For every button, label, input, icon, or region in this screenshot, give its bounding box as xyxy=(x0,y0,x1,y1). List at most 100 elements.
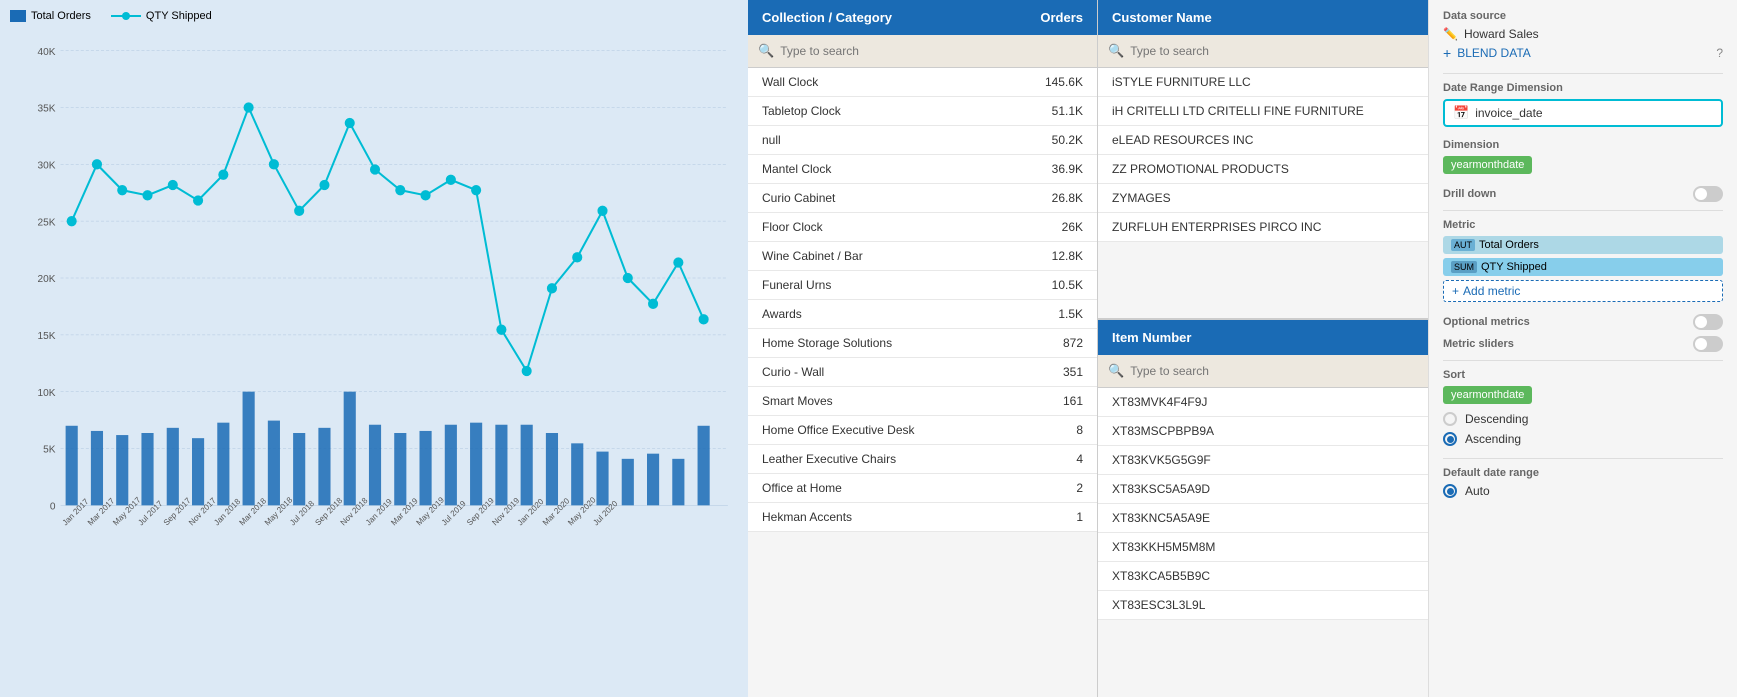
list-item[interactable]: iH CRITELLI LTD CRITELLI FINE FURNITURE xyxy=(1098,97,1428,126)
svg-text:30K: 30K xyxy=(38,160,56,171)
collection-search-input[interactable] xyxy=(780,44,1087,58)
item-filter-title: Item Number xyxy=(1112,330,1191,345)
collection-search-icon: 🔍 xyxy=(758,43,774,59)
item-section: Item Number 🔍 XT83MVK4F4F9J XT83MSCPBPB9… xyxy=(1098,320,1428,697)
list-item[interactable]: Funeral Urns10.5K xyxy=(748,271,1097,300)
list-item[interactable]: ZYMAGES xyxy=(1098,184,1428,213)
list-item[interactable]: XT83KNC5A5A9E xyxy=(1098,504,1428,533)
collection-filter-list: Wall Clock145.6K Tabletop Clock51.1K nul… xyxy=(748,68,1097,697)
customer-search-bar[interactable]: 🔍 xyxy=(1098,35,1428,68)
svg-text:20K: 20K xyxy=(38,274,56,285)
list-item[interactable]: null50.2K xyxy=(748,126,1097,155)
descending-radio[interactable] xyxy=(1443,412,1457,426)
list-item[interactable]: XT83ESC3L3L9L xyxy=(1098,591,1428,620)
list-item[interactable]: Mantel Clock36.9K xyxy=(748,155,1097,184)
list-item[interactable]: Floor Clock26K xyxy=(748,213,1097,242)
customer-search-input[interactable] xyxy=(1130,44,1418,58)
descending-option[interactable]: Descending xyxy=(1443,412,1723,426)
svg-text:15K: 15K xyxy=(38,331,56,342)
metric-sliders-label: Metric sliders xyxy=(1443,338,1514,350)
chart-svg: 40K 35K 30K 25K 20K 15K 10K 5K 0 xyxy=(10,30,738,650)
sum-badge: SUM xyxy=(1451,261,1477,273)
ascending-option[interactable]: Ascending xyxy=(1443,432,1723,446)
list-item[interactable]: Tabletop Clock51.1K xyxy=(748,97,1097,126)
help-icon[interactable]: ? xyxy=(1716,46,1723,60)
svg-text:5K: 5K xyxy=(43,445,56,456)
legend-total-orders-label: Total Orders xyxy=(31,10,91,22)
date-range-value: invoice_date xyxy=(1475,106,1542,120)
filter-panels: Collection / Category Orders 🔍 Wall Cloc… xyxy=(748,0,1428,697)
qty-shipped-metric[interactable]: SUM QTY Shipped xyxy=(1443,258,1723,276)
list-item[interactable]: Wine Cabinet / Bar12.8K xyxy=(748,242,1097,271)
plus-metric-icon: + xyxy=(1452,284,1459,298)
data-source-label: Data source xyxy=(1443,10,1723,22)
list-item[interactable]: ZURFLUH ENTERPRISES PIRCO INC xyxy=(1098,213,1428,242)
default-date-range-label: Default date range xyxy=(1443,467,1723,479)
customer-filter-list: iSTYLE FURNITURE LLC iH CRITELLI LTD CRI… xyxy=(1098,68,1428,318)
item-search-input[interactable] xyxy=(1130,364,1418,378)
customer-filter-header: Customer Name xyxy=(1098,0,1428,35)
collection-filter-title: Collection / Category xyxy=(762,10,892,25)
customer-filter-title: Customer Name xyxy=(1112,10,1212,25)
dimension-label: Dimension xyxy=(1443,139,1723,151)
list-item[interactable]: Awards1.5K xyxy=(748,300,1097,329)
chart-area: Total Orders QTY Shipped 40K xyxy=(0,0,748,697)
list-item[interactable]: Curio Cabinet26.8K xyxy=(748,184,1097,213)
optional-metrics-toggle[interactable] xyxy=(1693,314,1723,330)
list-item[interactable]: Leather Executive Chairs4 xyxy=(748,445,1097,474)
list-item[interactable]: Curio - Wall351 xyxy=(748,358,1097,387)
list-item[interactable]: XT83KVK5G5G9F xyxy=(1098,446,1428,475)
blend-data-row[interactable]: + BLEND DATA ? xyxy=(1443,45,1723,61)
settings-panel: Data source ✏️ Howard Sales + BLEND DATA… xyxy=(1428,0,1737,697)
svg-text:35K: 35K xyxy=(38,104,56,115)
add-metric-button[interactable]: + Add metric xyxy=(1443,280,1723,302)
list-item[interactable]: Smart Moves161 xyxy=(748,387,1097,416)
list-item[interactable]: Home Storage Solutions872 xyxy=(748,329,1097,358)
list-item[interactable]: Hekman Accents1 xyxy=(748,503,1097,532)
auto-date-radio[interactable] xyxy=(1443,484,1457,498)
metric-sliders-toggle[interactable] xyxy=(1693,336,1723,352)
item-filter-header: Item Number xyxy=(1098,320,1428,355)
dimension-tag[interactable]: yearmonthdate xyxy=(1443,156,1532,174)
data-source-name: Howard Sales xyxy=(1464,27,1539,41)
list-item[interactable]: XT83KCA5B5B9C xyxy=(1098,562,1428,591)
pencil-icon: ✏️ xyxy=(1443,27,1458,41)
drill-down-row: Drill down xyxy=(1443,186,1723,202)
list-item[interactable]: XT83KKH5M5M8M xyxy=(1098,533,1428,562)
list-item[interactable]: ZZ PROMOTIONAL PRODUCTS xyxy=(1098,155,1428,184)
optional-metrics-label: Optional metrics xyxy=(1443,316,1530,328)
total-orders-metric[interactable]: AUT Total Orders xyxy=(1443,236,1723,254)
list-item[interactable]: Office at Home2 xyxy=(748,474,1097,503)
date-range-label: Date Range Dimension xyxy=(1443,82,1723,94)
ascending-radio[interactable] xyxy=(1443,432,1457,446)
metric-label: Metric xyxy=(1443,219,1723,231)
qty-shipped-label: QTY Shipped xyxy=(1481,261,1547,273)
list-item[interactable]: Home Office Executive Desk8 xyxy=(748,416,1097,445)
item-search-bar[interactable]: 🔍 xyxy=(1098,355,1428,388)
dimension-section: Dimension yearmonthdate xyxy=(1443,139,1723,174)
svg-text:25K: 25K xyxy=(38,217,56,228)
legend-line-icon xyxy=(111,15,141,17)
list-item[interactable]: Wall Clock145.6K xyxy=(748,68,1097,97)
auto-date-option[interactable]: Auto xyxy=(1443,484,1723,498)
plus-icon: + xyxy=(1443,45,1451,61)
date-range-box[interactable]: 📅 invoice_date xyxy=(1443,99,1723,127)
list-item[interactable]: iSTYLE FURNITURE LLC xyxy=(1098,68,1428,97)
item-search-icon: 🔍 xyxy=(1108,363,1124,379)
list-item[interactable]: eLEAD RESOURCES INC xyxy=(1098,126,1428,155)
metric-section: Metric AUT Total Orders SUM QTY Shipped … xyxy=(1443,219,1723,302)
drill-down-toggle[interactable] xyxy=(1693,186,1723,202)
sort-section: Sort yearmonthdate Descending Ascending xyxy=(1443,369,1723,446)
calendar-icon: 📅 xyxy=(1453,105,1469,121)
blend-data-label: BLEND DATA xyxy=(1457,46,1531,60)
sort-dim-tag[interactable]: yearmonthdate xyxy=(1443,386,1532,404)
list-item[interactable]: XT83MSCPBPB9A xyxy=(1098,417,1428,446)
chart-wrapper: 40K 35K 30K 25K 20K 15K 10K 5K 0 xyxy=(10,30,738,650)
list-item[interactable]: XT83KSC5A5A9D xyxy=(1098,475,1428,504)
legend-qty-shipped-label: QTY Shipped xyxy=(146,10,212,22)
collection-orders-label: Orders xyxy=(1040,10,1083,25)
list-item[interactable]: XT83MVK4F4F9J xyxy=(1098,388,1428,417)
drill-down-label: Drill down xyxy=(1443,188,1496,200)
aut-badge: AUT xyxy=(1451,239,1475,251)
collection-search-bar[interactable]: 🔍 xyxy=(748,35,1097,68)
